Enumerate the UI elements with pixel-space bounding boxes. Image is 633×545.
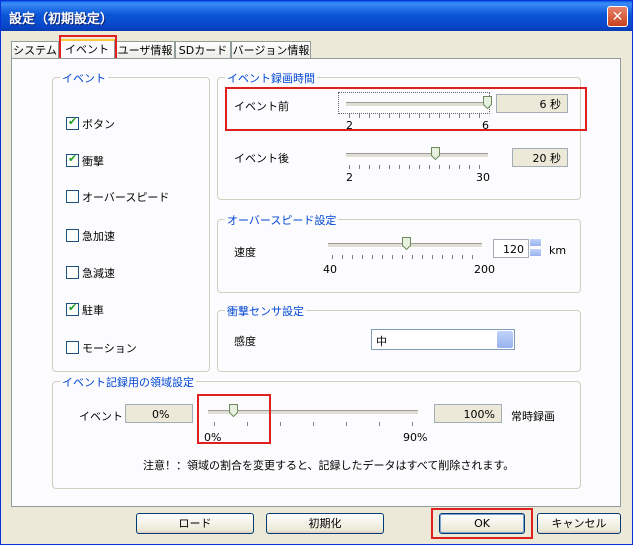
checkbox-parking[interactable] [66,301,79,316]
close-icon: ✕ [611,9,624,25]
region-max-label: 90% [403,431,428,444]
speed-slider-ticks [332,255,480,259]
initialize-button[interactable]: 初期化 [266,513,384,534]
checkbox-button-label: ボタン [82,118,115,131]
speed-spin-up[interactable] [529,238,542,247]
cancel-button[interactable]: キャンセル [537,513,621,534]
close-button[interactable]: ✕ [607,6,628,27]
tab-system[interactable]: システム [11,41,59,58]
checkbox-motion-label: モーション [82,342,137,355]
checkbox-shock-label: 衝撃 [82,155,104,168]
region-always-value-box: 100% [434,404,502,423]
load-button[interactable]: ロード [136,513,254,534]
checkbox-overspeed-label: オーバースピード [82,191,170,204]
region-group: イベント記録用の領域設定 イベント 0% 0% 90% 100% 常時録画 注意… [52,374,581,489]
speed-spin-down[interactable] [529,248,542,257]
checkbox-sudden-accel[interactable] [66,229,79,242]
after-value-box: 20 秒 [512,148,568,167]
highlight-box-ok [431,508,533,539]
settings-dialog: 設定（初期設定） ✕ システム イベント ユーザ情報 SDカード バージョン情報… [0,0,633,545]
region-always-label: 常時録画 [511,410,555,423]
checkbox-motion[interactable] [66,341,79,354]
checkbox-sudden-accel-label: 急加速 [82,230,115,243]
tab-user-info[interactable]: ユーザ情報 [115,41,175,58]
speed-label: 速度 [234,246,256,259]
checkbox-sudden-decel-label: 急減速 [82,267,115,280]
region-event-value-box: 0% [125,404,193,423]
overspeed-group: オーバースピード設定 速度 40 200 120 km [217,212,581,293]
sensitivity-selected-value: 中 [376,335,387,348]
after-slider-thumb[interactable] [431,147,440,160]
region-warning-note: 注意！：領域の割合を変更すると、記録したデータはすべて削除されます。 [143,459,515,472]
dropdown-arrow-icon[interactable] [497,331,513,348]
sensitivity-select[interactable]: 中 [371,329,515,350]
region-group-title: イベント記録用の領域設定 [60,374,196,390]
shock-sensor-group: 衝撃センサ設定 感度 中 [217,303,581,372]
speed-unit: km [549,244,567,257]
event-group: イベント ボタン 衝撃 オーバースピード 急加速 急減速 駐車 モーション [52,70,210,372]
highlight-box-region-slider [197,394,271,444]
checkbox-button[interactable] [66,115,79,130]
checkbox-overspeed[interactable] [66,190,79,203]
speed-value-input[interactable]: 120 [493,239,529,258]
highlight-box-event-before [225,87,587,131]
title-bar[interactable]: 設定（初期設定） ✕ [1,1,632,31]
window-title: 設定（初期設定） [9,12,114,27]
after-min-label: 2 [346,171,353,184]
region-event-label: イベント [79,410,123,423]
overspeed-group-title: オーバースピード設定 [225,212,339,228]
after-slider-track[interactable] [346,153,488,158]
event-time-group-title: イベント録画時間 [225,70,317,86]
after-slider-ticks [349,165,485,169]
speed-min-label: 40 [323,263,337,276]
after-label: イベント後 [234,152,289,165]
checkbox-sudden-decel[interactable] [66,266,79,279]
event-group-title: イベント [60,70,108,86]
speed-max-label: 200 [474,263,495,276]
after-max-label: 30 [476,171,490,184]
tab-version-info[interactable]: バージョン情報 [231,41,311,58]
checkbox-shock[interactable] [66,152,79,167]
checkbox-parking-label: 駐車 [82,304,104,317]
speed-slider-thumb[interactable] [402,237,411,250]
tab-sd-card[interactable]: SDカード [175,41,231,58]
shock-sensor-group-title: 衝撃センサ設定 [225,303,306,319]
sensitivity-label: 感度 [234,335,256,348]
